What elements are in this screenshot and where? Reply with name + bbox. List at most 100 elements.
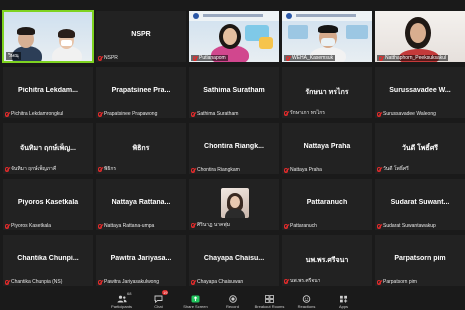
mic-muted-icon: [286, 55, 290, 61]
participant-name-label: Prapatsinee Prapawong: [98, 111, 184, 117]
mic-muted-icon: [191, 111, 195, 117]
participant-tile[interactable]: นพ.พร.ศรีจนา นพ.พร.ศรีจนา: [281, 234, 373, 287]
participant-tile[interactable]: Chantika Chunpi... Chantika Chunpia (NS): [2, 234, 94, 287]
participant-tile[interactable]: Surussavadee W... Surussavadee Waleong: [374, 66, 465, 119]
participant-tile[interactable]: พิธิกร พิธิกร: [95, 122, 187, 175]
participant-name: จันทิมา ฤกษ์เพ็ญภาคี: [11, 166, 57, 172]
participant-name-label: Surussavadee Waleong: [377, 111, 463, 117]
participant-name: พิธิกร: [104, 166, 117, 172]
participant-name: Nattaya Praha: [290, 167, 322, 173]
participant-name: Surussavadee Waleong: [383, 111, 436, 117]
mic-muted-icon: [5, 111, 9, 117]
participant-name-label: Nattaya Praha: [284, 167, 370, 173]
participant-tile[interactable]: Natthaphorn_Peeksuksakul: [374, 10, 465, 63]
participant-tile[interactable]: วันดี โพธิ์ศรี วันดี โพธิ์ศรี: [374, 122, 465, 175]
participant-name: Nattaya Rattana-umpa: [104, 223, 155, 229]
participant-name: Sudarat Suwantawakup: [383, 223, 436, 229]
share-screen-icon: [191, 294, 201, 303]
mic-muted-icon: [5, 223, 9, 229]
participant-name-label: จันทิมา ฤกษ์เพ็ญภาคี: [5, 165, 91, 173]
participant-name-label: Sathima Suratham: [191, 111, 277, 117]
participant-tile[interactable]: Sathima Suratham Sathima Suratham: [188, 66, 280, 119]
participant-display-name: รักษนา ทรไกร: [305, 89, 349, 96]
participant-display-name: Nattaya Praha: [303, 143, 351, 150]
participant-tile[interactable]: Parpatsorn pim Parpatsorn pim: [374, 234, 465, 287]
participant-name-label: วันดี โพธิ์ศรี: [377, 165, 463, 173]
participant-tile[interactable]: Sudarat Suwant... Sudarat Suwantawakup: [374, 178, 465, 231]
participant-tile[interactable]: Pichitra Lekdam... Pichitra Lekdamrongkul: [2, 66, 94, 119]
participant-name-label: Chayapa Chaisuwan: [191, 279, 277, 285]
record-label: Record: [226, 304, 239, 309]
participant-name: Pattaranuch: [290, 223, 317, 229]
participant-display-name: Parpatsorn pim: [394, 255, 446, 262]
chat-button[interactable]: 19 Chat: [140, 290, 177, 310]
participant-name: Natthaphorn_Peeksuksakul: [385, 55, 447, 61]
participant-display-name: พิธิกร: [132, 145, 150, 152]
participant-name: รักษาเกา ทรไกร: [290, 110, 325, 116]
participant-display-name: จันทิมา ฤกษ์เพ็ญ...: [20, 145, 76, 152]
record-button[interactable]: Record: [214, 290, 251, 310]
participant-name-label: Chontira Riangkam: [191, 167, 277, 173]
share-screen-label: Share Screen: [183, 304, 208, 309]
participant-name: Sathima Suratham: [197, 111, 239, 117]
participant-display-name: Sudarat Suwant...: [390, 199, 450, 206]
apps-label: Apps: [338, 304, 349, 309]
participants-icon: [117, 294, 127, 303]
mic-muted-icon: [98, 111, 102, 117]
mic-muted-icon: [98, 55, 102, 61]
participant-tile[interactable]: จันทิมา ฤกษ์เพ็ญ... จันทิมา ฤกษ์เพ็ญภาคี: [2, 122, 94, 175]
participant-name: Pichitra Lekdamrongkul: [11, 111, 64, 117]
mic-muted-icon: [377, 279, 381, 285]
participant-display-name: Chontira Riangk...: [204, 143, 264, 150]
participants-button[interactable]: 68 Participants: [103, 290, 140, 310]
participant-tile[interactable]: Pattaranuch Pattaranuch: [281, 178, 373, 231]
record-icon: [228, 294, 238, 303]
breakout-rooms-button[interactable]: Breakout Rooms: [251, 290, 288, 310]
participant-tile[interactable]: Prapatsinee Pra... Prapatsinee Prapawong: [95, 66, 187, 119]
share-screen-button[interactable]: Share Screen: [177, 290, 214, 310]
participant-name-label: วิษณุ: [6, 52, 90, 60]
participant-display-name: Piyoros Kasetkala: [17, 199, 79, 206]
participant-name-label: WEHA_Kasemsuk: [284, 55, 370, 61]
mic-muted-icon: [191, 222, 195, 228]
participant-tile[interactable]: Pawitra Jariyasa... Pawitra Jariyasakulwo…: [95, 234, 187, 287]
participant-tile[interactable]: ศิรินาฏ นาคพุ่ม: [188, 178, 280, 231]
mic-muted-icon: [284, 278, 288, 284]
breakout-rooms-label: Breakout Rooms: [254, 304, 285, 309]
participant-name-label: Chantika Chunpia (NS): [5, 279, 91, 285]
participant-tile[interactable]: NSPR NSPR: [95, 10, 187, 63]
participant-name: Chayapa Chaisuwan: [197, 279, 244, 285]
participant-name-label: NSPR: [98, 55, 184, 61]
participant-tile[interactable]: WEHA_Kasemsuk: [281, 10, 373, 63]
participant-name: นพ.พร.ศรีจนา: [290, 278, 321, 284]
participant-name: NSPR: [104, 55, 118, 61]
participant-tile[interactable]: Chontira Riangk... Chontira Riangkam: [188, 122, 280, 175]
participants-label: Participants: [111, 304, 132, 309]
participant-name-label: Parpatsorn pim: [377, 279, 463, 285]
apps-button[interactable]: Apps: [325, 290, 362, 310]
chat-icon: [154, 294, 164, 303]
participant-tile[interactable]: Nattaya Praha Nattaya Praha: [281, 122, 373, 175]
participant-tile[interactable]: Nattaya Rattana... Nattaya Rattana-umpa: [95, 178, 187, 231]
mic-muted-icon: [98, 223, 102, 229]
participant-tile[interactable]: วิษณุ: [2, 10, 94, 63]
participant-tile[interactable]: Chayapa Chaisu... Chayapa Chaisuwan: [188, 234, 280, 287]
participant-display-name: Sathima Suratham: [203, 87, 265, 94]
participant-name: ศิรินาฏ นาคพุ่ม: [197, 222, 230, 228]
participant-display-name: วันดี โพธิ์ศรี: [401, 145, 439, 152]
reactions-button[interactable]: Reactions: [288, 290, 325, 310]
participants-count: 68: [127, 291, 132, 296]
participant-name-label: พิธิกร: [98, 165, 184, 173]
apps-icon: [339, 294, 349, 303]
participant-name: Piyoros Kasetkala: [11, 223, 52, 229]
mic-muted-icon: [377, 223, 381, 229]
mic-muted-icon: [377, 111, 381, 117]
chat-label: Chat: [154, 304, 163, 309]
participant-display-name: NSPR: [131, 31, 151, 38]
participant-tile[interactable]: รักษนา ทรไกรรักษาเกา ทรไกร: [281, 66, 373, 119]
participant-name: Pawitra Jariyasakulwong: [104, 279, 160, 285]
participant-display-name: Chayapa Chaisu...: [203, 255, 265, 262]
participant-name-label: Nattaya Rattana-umpa: [98, 223, 184, 229]
participant-tile[interactable]: Piyoros Kasetkala Piyoros Kasetkala: [2, 178, 94, 231]
participant-tile[interactable]: Putlanapom: [188, 10, 280, 63]
